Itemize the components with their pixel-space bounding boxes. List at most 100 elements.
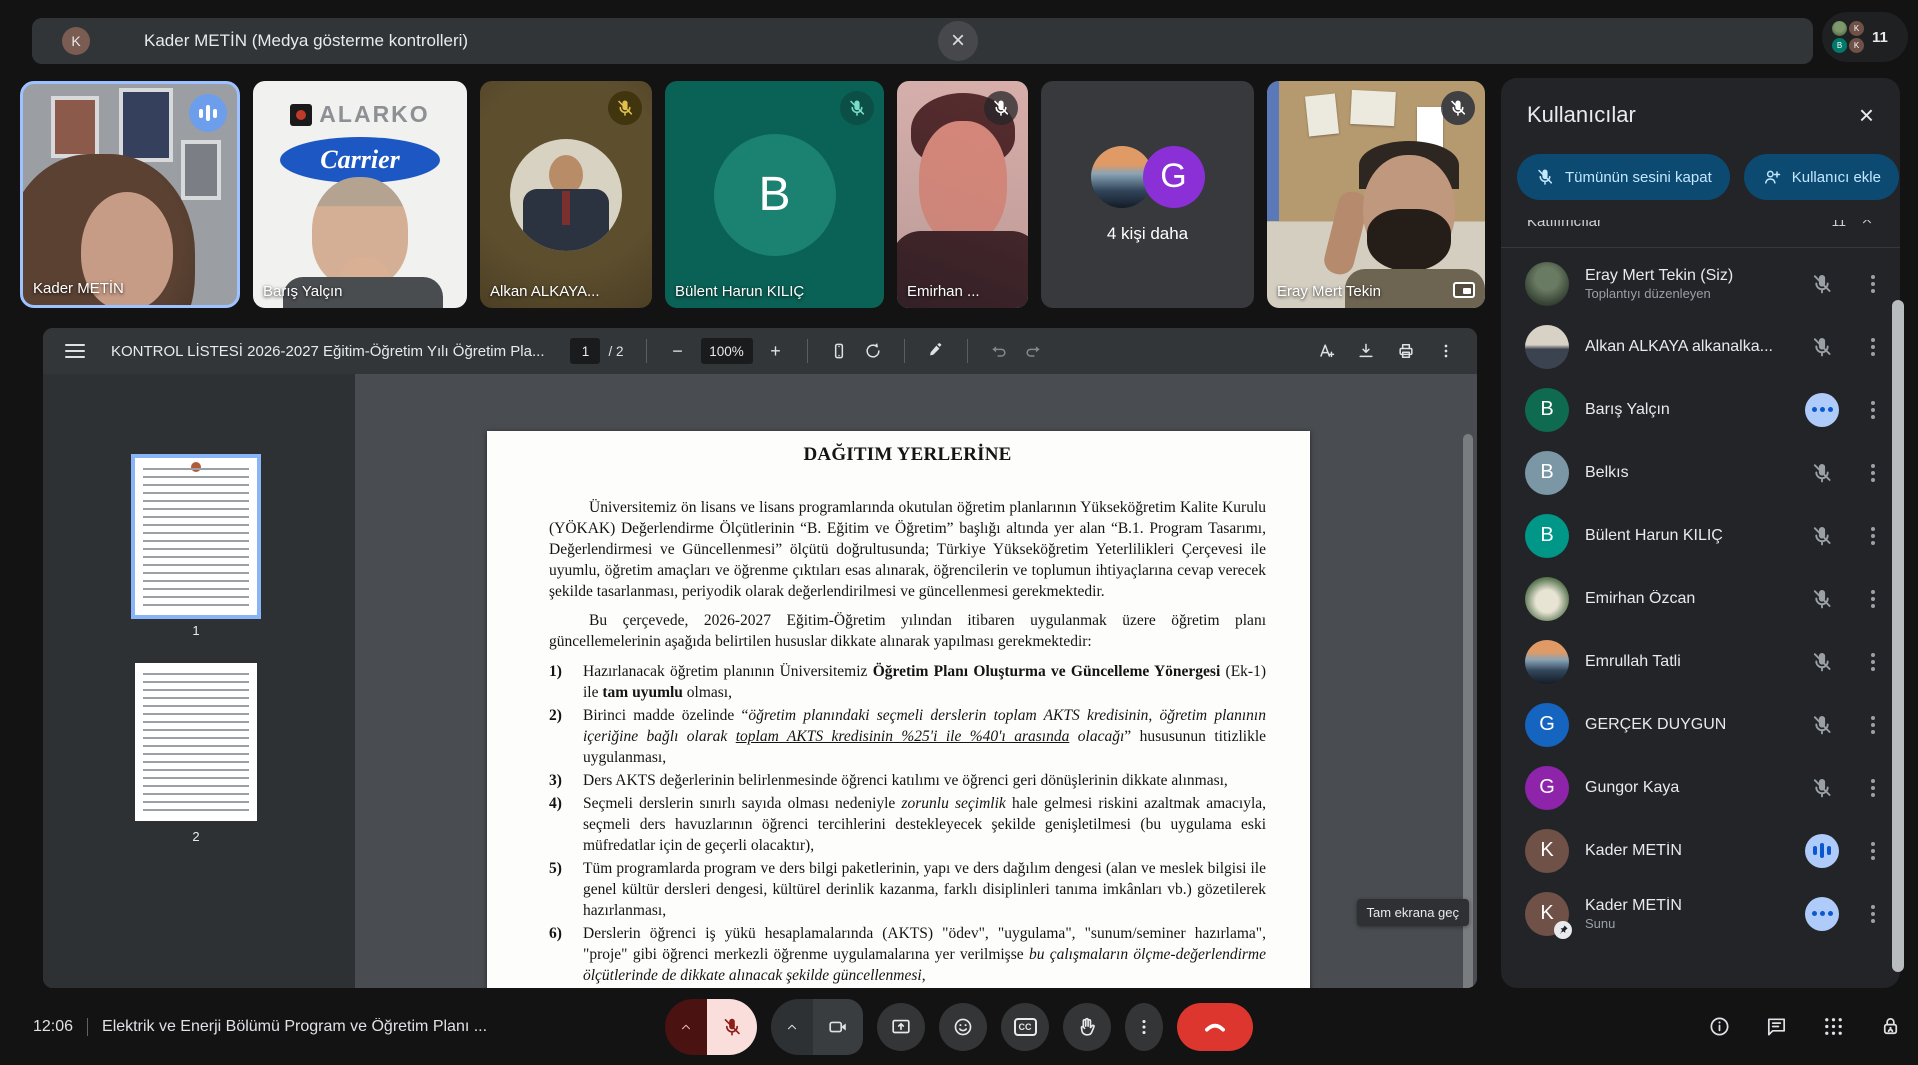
fit-page-icon[interactable]: [822, 334, 856, 368]
mic-status[interactable]: [1802, 461, 1842, 485]
banner-title: Kader METİN (Medya gösterme kontrolleri): [144, 31, 468, 51]
participant-count-pill[interactable]: KBK 11: [1822, 12, 1908, 62]
presenter-banner: K Kader METİN (Medya gösterme kontroller…: [32, 18, 1813, 64]
mic-status[interactable]: [1802, 587, 1842, 611]
mic-status[interactable]: [1802, 834, 1842, 868]
participant-name: Barış Yalçın: [1585, 401, 1786, 419]
mic-status[interactable]: [1802, 272, 1842, 296]
zoom-in-button[interactable]: +: [759, 334, 793, 368]
host-controls-lock-icon[interactable]: [1879, 1015, 1902, 1038]
zoom-out-button[interactable]: −: [661, 334, 695, 368]
more-options-button[interactable]: [1858, 834, 1888, 868]
picture-in-picture-icon[interactable]: [1453, 282, 1475, 298]
page-thumbnail-2[interactable]: [135, 663, 257, 821]
mic-status[interactable]: [1802, 524, 1842, 548]
more-options-button[interactable]: [1858, 330, 1888, 364]
mic-status[interactable]: [1802, 393, 1842, 427]
mic-status[interactable]: [1802, 897, 1842, 931]
participant-row[interactable]: Alkan ALKAYA alkanalka...: [1501, 315, 1900, 378]
panel-scrollbar[interactable]: [1892, 300, 1904, 972]
participant-row[interactable]: B Barış Yalçın: [1501, 378, 1900, 441]
close-icon[interactable]: ×: [938, 21, 978, 61]
camera-options-chevron[interactable]: [771, 999, 813, 1055]
participant-row[interactable]: Emirhan Özcan: [1501, 567, 1900, 630]
participant-row[interactable]: K Kader METİN: [1501, 819, 1900, 882]
more-options-button[interactable]: [1858, 708, 1888, 742]
video-tile-alkan[interactable]: Alkan ALKAYA...: [480, 81, 652, 308]
participant-row[interactable]: G GERÇEK DUYGUN: [1501, 693, 1900, 756]
more-options-button[interactable]: [1858, 267, 1888, 301]
video-tile-baris[interactable]: ALARKO Carrier Barış Yalçın: [253, 81, 467, 308]
participant-subtitle: Sunu: [1585, 916, 1786, 931]
thumbnail-label: 2: [135, 829, 257, 844]
video-tile-kader[interactable]: Kader METİN: [20, 81, 240, 308]
menu-icon[interactable]: [65, 344, 85, 358]
more-options-button[interactable]: [1858, 456, 1888, 490]
video-tile-eray[interactable]: Eray Mert Tekin: [1267, 81, 1485, 308]
page-thumbnail-1[interactable]: [135, 458, 257, 615]
annotate-pen-icon[interactable]: [919, 334, 953, 368]
item-text: Ders AKTS değerlerinin belirlenmesinde ö…: [583, 770, 1266, 791]
item-text: Tüm programlarda program ve ders bilgi p…: [583, 858, 1266, 921]
meeting-info-icon[interactable]: [1708, 1015, 1731, 1038]
pdf-page-area[interactable]: DAĞITIM YERLERİNE Üniversitemiz ön lisan…: [355, 374, 1477, 988]
chat-icon[interactable]: [1765, 1015, 1788, 1038]
more-options-button[interactable]: [1858, 519, 1888, 553]
participant-row[interactable]: B Bülent Harun KILIÇ: [1501, 504, 1900, 567]
undo-icon[interactable]: [982, 334, 1016, 368]
overflow-tile[interactable]: G 4 kişi daha: [1041, 81, 1254, 308]
more-options-button[interactable]: [1858, 771, 1888, 805]
zoom-level[interactable]: 100%: [701, 338, 753, 364]
page-number-input[interactable]: 1: [570, 338, 600, 364]
participant-name: Emirhan Özcan: [1585, 590, 1786, 608]
more-options-button[interactable]: [1858, 582, 1888, 616]
mic-off-icon: [840, 91, 874, 125]
participant-row[interactable]: K Kader METİN Sunu: [1501, 882, 1900, 945]
text-selection-icon[interactable]: [1309, 334, 1343, 368]
pdf-page: DAĞITIM YERLERİNE Üniversitemiz ön lisan…: [487, 431, 1310, 988]
mic-status[interactable]: [1802, 713, 1842, 737]
rotate-icon[interactable]: [856, 334, 890, 368]
participant-name: Belkıs: [1585, 464, 1786, 482]
more-options-button[interactable]: [1858, 645, 1888, 679]
more-options-button[interactable]: [1858, 393, 1888, 427]
mic-off-button[interactable]: [707, 999, 757, 1055]
more-options-icon[interactable]: [1429, 334, 1463, 368]
captions-button[interactable]: CC: [1001, 1003, 1049, 1051]
tile-name: Bülent Harun KILIÇ: [675, 283, 804, 300]
participants-section-header[interactable]: Katılımcılar 11: [1501, 220, 1900, 248]
camera-button[interactable]: [813, 999, 863, 1055]
download-icon[interactable]: [1349, 334, 1383, 368]
participant-row[interactable]: B Belkıs: [1501, 441, 1900, 504]
alarko-logo-icon: [290, 104, 312, 126]
activities-grid-icon[interactable]: [1822, 1015, 1845, 1038]
mic-status[interactable]: [1802, 776, 1842, 800]
mic-off-icon: [1810, 776, 1834, 800]
item-number: 6): [549, 923, 575, 986]
tile-name: Kader METİN: [33, 280, 124, 297]
mic-status[interactable]: [1802, 650, 1842, 674]
emoji-reactions-button[interactable]: [939, 1003, 987, 1051]
more-options-button[interactable]: [1125, 1003, 1163, 1051]
mute-all-button[interactable]: Tümünün sesini kapat: [1517, 154, 1730, 200]
redo-icon[interactable]: [1016, 334, 1050, 368]
participant-row[interactable]: Emrullah Tatli: [1501, 630, 1900, 693]
present-screen-button[interactable]: [877, 1003, 925, 1051]
participant-row[interactable]: G Gungor Kaya: [1501, 756, 1900, 819]
raise-hand-button[interactable]: [1063, 1003, 1111, 1051]
video-tile-emirhan[interactable]: Emirhan ...: [897, 81, 1028, 308]
print-icon[interactable]: [1389, 334, 1423, 368]
avatar: G: [1525, 703, 1569, 747]
participant-row[interactable]: Eray Mert Tekin (Siz) Toplantıyı düzenle…: [1501, 252, 1900, 315]
video-tile-bulent[interactable]: B Bülent Harun KILIÇ: [665, 81, 884, 308]
mic-options-chevron[interactable]: [665, 999, 707, 1055]
speaking-indicator: [1805, 834, 1839, 868]
more-options-button[interactable]: [1858, 897, 1888, 931]
mic-status[interactable]: [1802, 335, 1842, 359]
end-call-button[interactable]: [1177, 1003, 1253, 1051]
participant-avatars-cluster: KBK: [1832, 21, 1864, 53]
add-user-button[interactable]: Kullanıcı ekle: [1744, 154, 1899, 200]
close-icon[interactable]: ×: [1859, 102, 1874, 128]
item-number: 1): [549, 661, 575, 703]
avatar: B: [1525, 451, 1569, 495]
